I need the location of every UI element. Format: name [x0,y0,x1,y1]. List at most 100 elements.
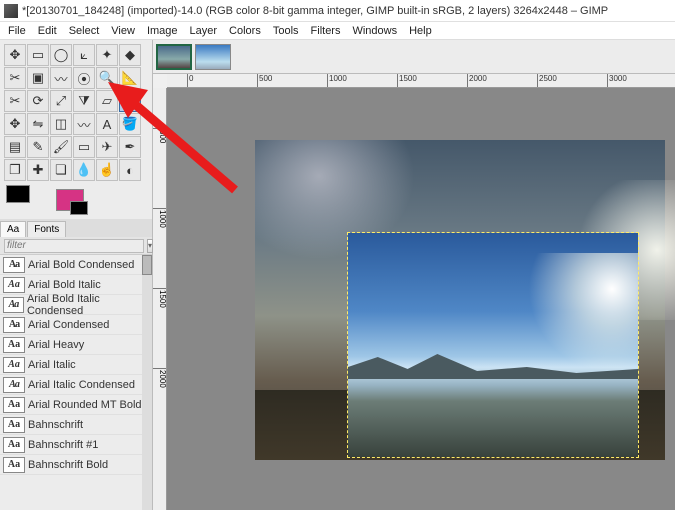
tool-cage[interactable]: ◫ [50,113,72,135]
font-preview-icon: Aa [3,317,25,333]
image-tab-1[interactable] [156,44,192,70]
ruler-tick: 1000 [153,208,167,228]
tool-unified-transform[interactable]: ⧉ [119,90,141,112]
window-titlebar: *[20130701_184248] (imported)-14.0 (RGB … [0,0,675,22]
font-item[interactable]: AaArial Bold Condensed [0,255,152,275]
menu-tools[interactable]: Tools [267,23,305,39]
font-item-label: Arial Italic [28,359,76,371]
tool-perspective-clone[interactable]: ❏ [50,159,72,181]
fg-color-swatch[interactable] [6,185,30,203]
tool-scale[interactable]: ⤢ [50,90,72,112]
font-item[interactable]: AaArial Condensed [0,315,152,335]
swap-swatch[interactable] [70,201,88,215]
tool-rect-select[interactable]: ▭ [27,44,49,66]
font-item-label: Arial Rounded MT Bold, [28,399,145,411]
tool-blur[interactable]: 💧 [73,159,95,181]
ruler-horizontal: 050010001500200025003000 [167,74,675,88]
tab-aa[interactable]: Aa [0,221,26,237]
tool-measure[interactable]: 📐 [119,67,141,89]
left-dock: ✥▭◯⟀✦◆✂▣〰⦿🔍📐✂⟳⤢⧩▱⧉✥⇋◫〰A🪣▤✎🖌▭✈✒❐✚❏💧☝◐ Aa … [0,40,153,510]
tool-airbrush[interactable]: ✈ [96,136,118,158]
tool-color-select[interactable]: ◆ [119,44,141,66]
font-preview-icon: Aa [3,297,24,313]
menu-edit[interactable]: Edit [32,23,63,39]
tab-fonts[interactable]: Fonts [27,221,66,237]
image-tabs [153,40,675,74]
image-tab-2[interactable] [195,44,231,70]
tool-ellipse-select[interactable]: ◯ [50,44,72,66]
font-preview-icon: Aa [3,437,25,453]
font-item-label: Arial Bold Italic [28,279,101,291]
tool-eraser[interactable]: ▭ [73,136,95,158]
app-icon [4,4,18,18]
tool-paths[interactable]: 〰 [50,67,72,89]
ruler-tick: 1500 [397,74,417,88]
tool-perspective[interactable]: ▱ [96,90,118,112]
tool-pencil[interactable]: ✎ [27,136,49,158]
tool-paintbrush[interactable]: 🖌 [50,136,72,158]
tool-clone[interactable]: ❐ [4,159,26,181]
menu-image[interactable]: Image [141,23,184,39]
tool-fuzzy-select[interactable]: ✦ [96,44,118,66]
menu-select[interactable]: Select [63,23,106,39]
menu-view[interactable]: View [105,23,141,39]
tool-color-picker[interactable]: ⦿ [73,67,95,89]
ruler-tick: 2000 [467,74,487,88]
font-item[interactable]: AaBahnschrift #1 [0,435,152,455]
font-item[interactable]: AaArial Italic [0,355,152,375]
menu-file[interactable]: File [2,23,32,39]
tool-move[interactable]: ✥ [4,44,26,66]
tool-zoom[interactable]: 🔍 [96,67,118,89]
tool-foreground-select[interactable]: ▣ [27,67,49,89]
tool-scissors[interactable]: ✂ [4,67,26,89]
font-list-scrollbar[interactable] [142,255,152,510]
font-item-label: Bahnschrift #1 [28,439,98,451]
ruler-tick: 0 [187,74,193,88]
font-preview-icon: Aa [3,377,25,393]
menu-windows[interactable]: Windows [346,23,403,39]
font-item-label: Arial Heavy [28,339,84,351]
font-item[interactable]: AaArial Bold Italic Condensed [0,295,152,315]
tool-warp[interactable]: 〰 [73,113,95,135]
font-item-label: Bahnschrift Bold [28,459,108,471]
menu-bar: FileEditSelectViewImageLayerColorsToolsF… [0,22,675,40]
tool-rotate[interactable]: ⟳ [27,90,49,112]
color-swatches[interactable] [0,183,152,219]
tool-heal[interactable]: ✚ [27,159,49,181]
tool-bucket-fill[interactable]: 🪣 [119,113,141,135]
menu-layer[interactable]: Layer [184,23,224,39]
menu-help[interactable]: Help [403,23,438,39]
canvas-area: 050010001500200025003000 500100015002000 [153,40,675,510]
toolbox: ✥▭◯⟀✦◆✂▣〰⦿🔍📐✂⟳⤢⧩▱⧉✥⇋◫〰A🪣▤✎🖌▭✈✒❐✚❏💧☝◐ [0,40,152,183]
ruler-tick: 2500 [537,74,557,88]
font-item-label: Arial Bold Condensed [28,259,134,271]
tool-smudge[interactable]: ☝ [96,159,118,181]
tool-handle-transform[interactable]: ✥ [4,113,26,135]
font-item[interactable]: AaBahnschrift [0,415,152,435]
tool-free-select[interactable]: ⟀ [73,44,95,66]
font-item[interactable]: AaArial Heavy [0,335,152,355]
ruler-tick: 2000 [153,368,167,388]
canvas-viewport[interactable] [167,88,675,510]
tool-flip[interactable]: ⇋ [27,113,49,135]
ruler-tick: 1500 [153,288,167,308]
tool-dodge[interactable]: ◐ [119,159,141,181]
tool-text[interactable]: A [96,113,118,135]
menu-filters[interactable]: Filters [305,23,347,39]
font-item[interactable]: AaArial Rounded MT Bold, [0,395,152,415]
tool-ink[interactable]: ✒ [119,136,141,158]
font-item[interactable]: AaBahnschrift Bold [0,455,152,475]
tool-crop[interactable]: ✂ [4,90,26,112]
font-preview-icon: Aa [3,417,25,433]
font-preview-icon: Aa [3,357,25,373]
floating-selection[interactable] [347,232,639,458]
ruler-tick: 500 [257,74,272,88]
menu-colors[interactable]: Colors [223,23,267,39]
tool-gradient[interactable]: ▤ [4,136,26,158]
font-item-label: Arial Condensed [28,319,109,331]
tool-shear[interactable]: ⧩ [73,90,95,112]
font-item-label: Arial Italic Condensed [28,379,135,391]
font-item[interactable]: AaArial Italic Condensed [0,375,152,395]
font-item-label: Arial Bold Italic Condensed [27,293,152,317]
font-filter-input[interactable] [4,239,144,253]
